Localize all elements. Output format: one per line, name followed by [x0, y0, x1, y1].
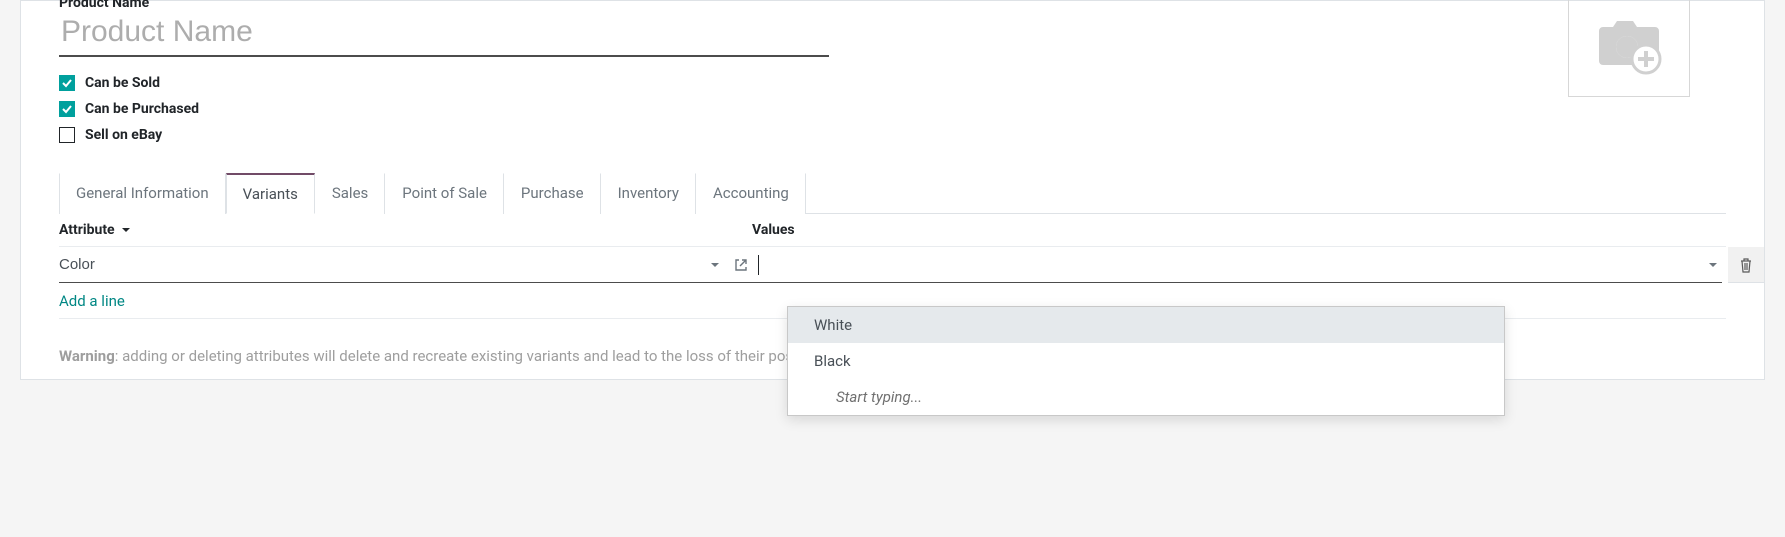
tab-purchase[interactable]: Purchase: [504, 173, 601, 214]
product-name-label: Product Name: [59, 0, 1726, 11]
trash-icon: [1739, 257, 1753, 273]
add-line-button[interactable]: Add a line: [59, 292, 125, 310]
delete-row-button[interactable]: [1728, 247, 1764, 283]
can-be-purchased-label[interactable]: Can be Purchased: [85, 101, 199, 117]
attribute-header[interactable]: Attribute: [59, 222, 115, 238]
tabs: General Information Variants Sales Point…: [59, 173, 1726, 214]
external-link-icon: [734, 258, 748, 272]
tab-variants[interactable]: Variants: [226, 173, 315, 214]
can-be-sold-checkbox[interactable]: [59, 75, 75, 91]
sell-on-ebay-label[interactable]: Sell on eBay: [85, 127, 162, 143]
tab-sales[interactable]: Sales: [315, 173, 385, 214]
caret-down-icon: [1708, 260, 1718, 270]
values-header: Values: [752, 222, 1726, 238]
values-dropdown-caret[interactable]: [1704, 256, 1722, 274]
tab-point-of-sale[interactable]: Point of Sale: [385, 173, 504, 214]
product-image-upload[interactable]: [1568, 0, 1690, 97]
attribute-input[interactable]: [59, 252, 700, 277]
attribute-external-link[interactable]: [730, 254, 752, 276]
dropdown-hint: Start typing...: [788, 379, 1504, 415]
camera-plus-icon: [1591, 15, 1667, 77]
caret-down-icon: [710, 260, 720, 270]
sell-on-ebay-checkbox[interactable]: [59, 127, 75, 143]
attribute-dropdown-caret[interactable]: [706, 256, 724, 274]
dropdown-option-white[interactable]: White: [788, 307, 1504, 343]
can-be-purchased-checkbox[interactable]: [59, 101, 75, 117]
values-dropdown-menu: White Black Start typing...: [787, 306, 1505, 416]
dropdown-option-black[interactable]: Black: [788, 343, 1504, 379]
tab-accounting[interactable]: Accounting: [696, 173, 806, 214]
values-input[interactable]: [758, 252, 1700, 277]
caret-down-icon: [121, 225, 131, 235]
product-name-input[interactable]: [59, 13, 829, 57]
tab-general-information[interactable]: General Information: [59, 173, 226, 214]
tab-inventory[interactable]: Inventory: [601, 173, 696, 214]
text-cursor: [758, 255, 759, 275]
can-be-sold-label[interactable]: Can be Sold: [85, 75, 160, 91]
